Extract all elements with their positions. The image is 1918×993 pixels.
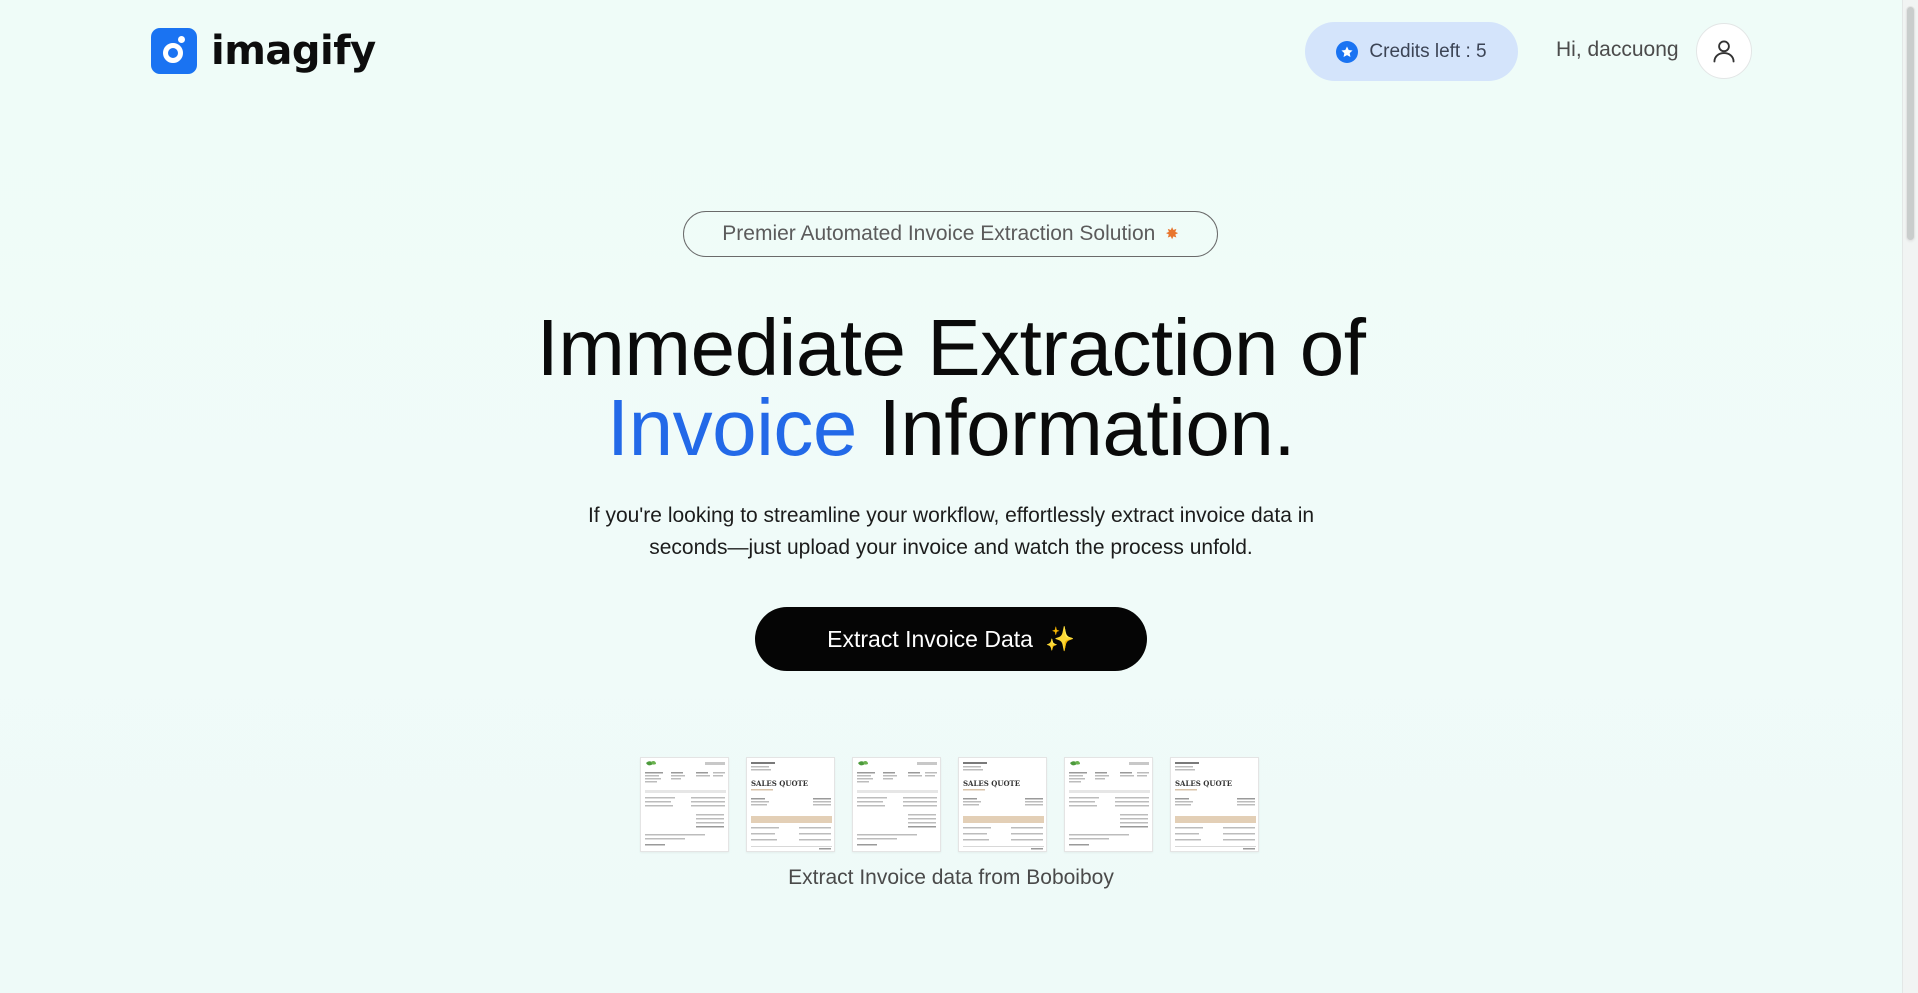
sample-sales-quote-thumbnail[interactable]: SALES QUOTE <box>1170 757 1259 852</box>
svg-text:SALES QUOTE: SALES QUOTE <box>963 779 1020 788</box>
tagline-text: Premier Automated Invoice Extraction Sol… <box>722 222 1156 245</box>
sample-invoice-thumbnail[interactable] <box>852 757 941 852</box>
hero-title-line2: Invoice Information. <box>0 388 1902 468</box>
brand-logo[interactable]: imagify <box>151 28 376 74</box>
scrollbar-thumb[interactable] <box>1906 6 1915 241</box>
sparkles-icon: ✨ <box>1044 625 1075 653</box>
sparkle-icon: ✸ <box>1165 226 1179 243</box>
sample-thumbnails: SALES QUOTE SALES QUOTE SALES QUOTE <box>640 757 1259 852</box>
hero-title: Immediate Extraction of Invoice Informat… <box>0 308 1902 468</box>
user-greeting: Hi, daccuong <box>1556 38 1679 61</box>
sample-invoice-thumbnail[interactable] <box>1064 757 1153 852</box>
user-icon <box>1713 40 1735 63</box>
svg-text:SALES QUOTE: SALES QUOTE <box>1175 779 1232 788</box>
hero-subtitle: If you're looking to streamline your wor… <box>587 504 1315 559</box>
user-avatar-button[interactable] <box>1696 23 1752 79</box>
sample-sales-quote-thumbnail[interactable]: SALES QUOTE <box>958 757 1047 852</box>
sample-invoice-thumbnail[interactable] <box>640 757 729 852</box>
credits-label: Credits left : 5 <box>1369 40 1487 62</box>
tagline-pill: Premier Automated Invoice Extraction Sol… <box>683 211 1218 257</box>
samples-caption: Extract Invoice data from Boboiboy <box>788 866 1114 889</box>
top-nav: imagify Credits left : 5 Hi, daccuong <box>0 0 1902 104</box>
hero-title-line1: Immediate Extraction of <box>536 303 1366 392</box>
hero-title-rest: Information. <box>878 383 1296 472</box>
svg-text:SALES QUOTE: SALES QUOTE <box>751 779 808 788</box>
star-icon <box>1336 40 1359 63</box>
extract-invoice-button[interactable]: Extract Invoice Data ✨ <box>755 607 1147 671</box>
brand-name: imagify <box>211 28 376 74</box>
extract-invoice-label: Extract Invoice Data <box>827 625 1033 652</box>
credits-badge[interactable]: Credits left : 5 <box>1305 22 1518 81</box>
hero-title-highlight: Invoice <box>606 383 857 472</box>
sample-sales-quote-thumbnail[interactable]: SALES QUOTE <box>746 757 835 852</box>
vertical-scrollbar[interactable] <box>1902 0 1918 993</box>
camera-lens-icon <box>151 28 197 74</box>
